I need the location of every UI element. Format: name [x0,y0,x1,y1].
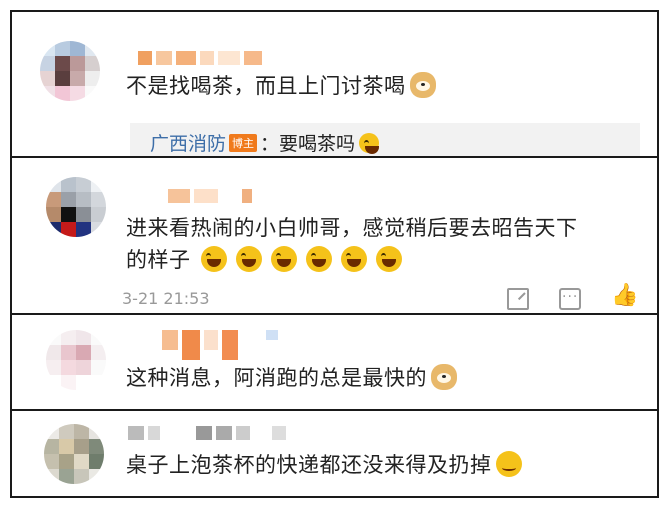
comment-text-line-2: 的样子 [126,243,402,277]
laugh-emoji-icon [359,133,380,154]
avatar[interactable] [40,41,100,101]
divider [10,156,659,158]
reply-text: ：要喝茶吗 [260,133,356,155]
like-icon[interactable]: 👍 [611,285,638,307]
username-blurred[interactable] [168,189,256,203]
comment-card-2: 进来看热闹的小白帅哥，感觉稍后要去昭告天下 的样子 3-21 21:53 👍 [10,157,659,313]
username-blurred[interactable] [138,51,266,65]
smirk-emoji-icon [495,451,522,477]
divider [10,313,659,315]
avatar[interactable] [46,177,106,237]
reply-author-link[interactable]: 广西消防 [150,133,226,155]
author-badge: 博主 [229,134,258,152]
divider [10,409,659,411]
comment-card-1: 不是找喝茶，而且上门讨茶喝 广西消防 博主 ：要喝茶吗 [10,11,659,163]
avatar[interactable] [44,424,104,484]
laugh-emoji-icon [340,246,367,272]
comment-icon[interactable] [559,286,581,310]
laugh-emoji-icon [270,246,297,272]
share-icon[interactable] [507,288,529,310]
comment-text-line-1: 进来看热闹的小白帅哥，感觉稍后要去昭告天下 [126,216,578,240]
comment-card-4: 桌子上泡茶杯的快递都还没来得及扔掉 [10,410,659,498]
divider [10,496,659,498]
laugh-emoji-icon [305,246,332,272]
laugh-emoji-icon [200,246,227,272]
comment-text: 不是找喝茶，而且上门讨茶喝 [126,69,436,103]
doge-emoji-icon [409,72,436,98]
divider [10,10,659,12]
timestamp: 3-21 21:53 [122,289,210,308]
laugh-emoji-icon [375,246,402,272]
username-blurred[interactable] [162,330,282,360]
avatar[interactable] [46,330,106,390]
comment-card-3: 这种消息，阿消跑的总是最快的 [10,314,659,409]
doge-emoji-icon [431,364,457,390]
comment-text: 桌子上泡茶杯的快递都还没来得及扔掉 [126,448,522,482]
username-blurred[interactable] [128,426,290,440]
reply-line: 广西消防 博主 ：要喝茶吗 [150,129,380,156]
comment-text: 这种消息，阿消跑的总是最快的 [126,361,457,395]
laugh-emoji-icon [235,246,262,272]
